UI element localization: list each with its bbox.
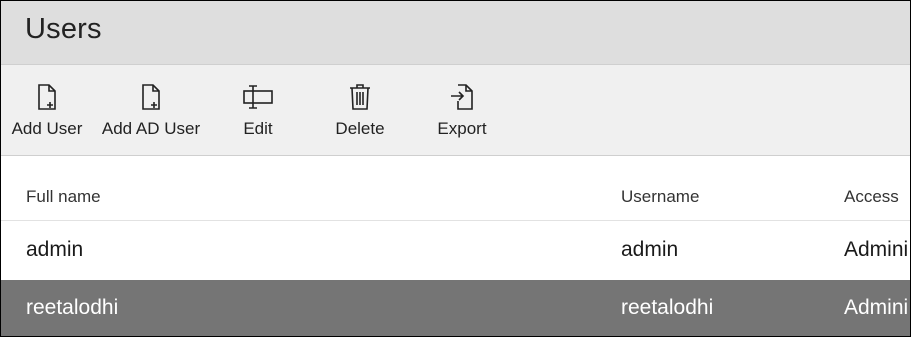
add-user-button[interactable]: Add User <box>10 83 84 147</box>
trash-icon <box>348 83 372 111</box>
username-cell: admin <box>621 238 679 261</box>
export-label: Export <box>437 119 487 138</box>
users-table: Full name Username Access admin admin Ad… <box>1 156 910 336</box>
access-cell: Admini <box>844 296 909 319</box>
add-user-icon <box>35 83 59 111</box>
full-name-cell: admin <box>26 238 84 261</box>
delete-label: Delete <box>335 119 385 138</box>
column-header-full-name[interactable]: Full name <box>26 187 101 207</box>
page-title: Users <box>25 13 102 45</box>
table-row-selected[interactable]: reetalodhi reetalodhi Admini <box>1 280 910 336</box>
add-ad-user-button[interactable]: Add AD User <box>100 83 202 147</box>
edit-icon <box>241 83 275 111</box>
edit-label: Edit <box>243 119 273 138</box>
title-bar: Users <box>1 1 910 64</box>
delete-button[interactable]: Delete <box>333 83 387 147</box>
add-user-label: Add User <box>11 119 83 138</box>
export-button[interactable]: Export <box>435 83 489 147</box>
edit-button[interactable]: Edit <box>237 83 279 147</box>
table-row[interactable]: admin admin Admini <box>1 221 910 280</box>
add-ad-user-label: Add AD User <box>101 119 201 138</box>
username-cell: reetalodhi <box>621 296 714 319</box>
export-icon <box>450 83 474 111</box>
access-cell: Admini <box>844 238 909 261</box>
column-header-access[interactable]: Access <box>844 187 899 207</box>
column-header-username[interactable]: Username <box>621 187 699 207</box>
full-name-cell: reetalodhi <box>26 296 119 319</box>
table-header: Full name Username Access <box>1 156 910 221</box>
users-window: Users Add User Add AD User Edit Delete E… <box>0 0 911 337</box>
toolbar: Add User Add AD User Edit Delete Export <box>1 64 910 156</box>
add-ad-user-icon <box>139 83 163 111</box>
